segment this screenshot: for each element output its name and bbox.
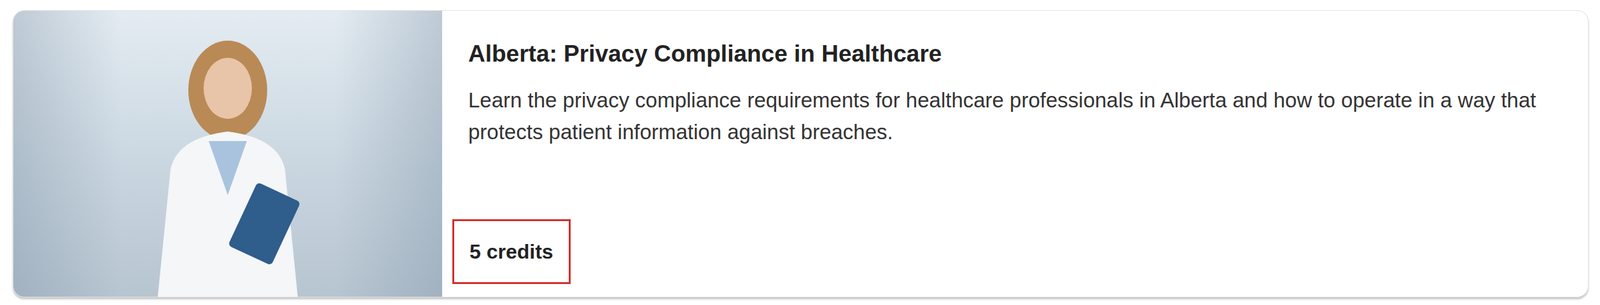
credits-text: 5 credits <box>469 236 554 268</box>
course-card[interactable]: Alberta: Privacy Compliance in Healthcar… <box>12 10 1589 298</box>
doctor-figure-icon <box>132 29 324 298</box>
credits-label: 5 credits <box>452 219 571 285</box>
course-title[interactable]: Alberta: Privacy Compliance in Healthcar… <box>468 40 1563 69</box>
course-photo <box>13 10 443 298</box>
course-description: Learn the privacy compliance requirement… <box>468 84 1563 149</box>
course-body: Alberta: Privacy Compliance in Healthcar… <box>442 10 1588 298</box>
